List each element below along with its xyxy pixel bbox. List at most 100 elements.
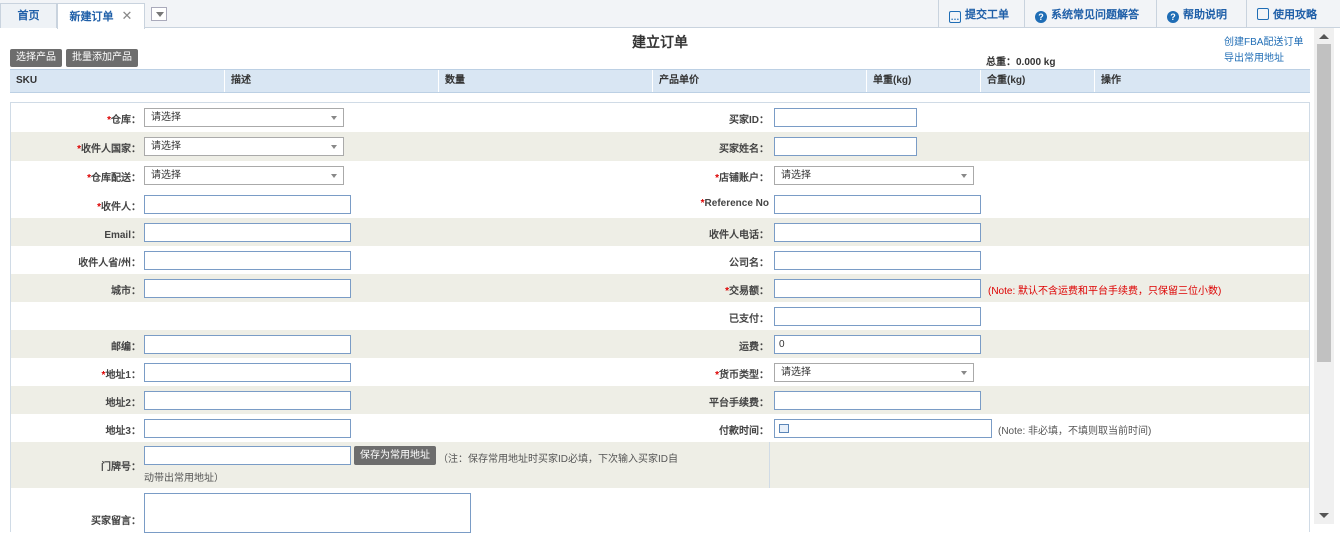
field-label: *货币类型：: [639, 366, 769, 381]
field-label: 地址2：: [11, 394, 141, 409]
column-header: 合重(kg): [980, 70, 1094, 92]
column-header: 操作: [1094, 70, 1308, 92]
field-label-text: 地址2：: [105, 398, 141, 409]
text-input[interactable]: [774, 307, 981, 326]
text-input[interactable]: [774, 195, 981, 214]
column-header: SKU: [16, 75, 38, 86]
tab-home[interactable]: 首页: [0, 3, 57, 28]
column-header: 描述: [224, 70, 438, 92]
date-field[interactable]: [774, 419, 992, 438]
tab-dropdown-button[interactable]: [151, 7, 167, 21]
text-input[interactable]: [144, 279, 351, 298]
help-link[interactable]: ? 帮助说明: [1156, 0, 1246, 28]
form-row: 已支付：: [11, 302, 1309, 330]
text-input[interactable]: [774, 137, 917, 156]
field-label-text: 仓库配送：: [91, 173, 141, 184]
calendar-icon[interactable]: [779, 424, 789, 433]
field-label: 邮编：: [11, 338, 141, 353]
field-label-text: 地址1：: [105, 370, 141, 381]
select-product-button[interactable]: 选择产品: [10, 49, 62, 67]
select-field[interactable]: 请选择: [144, 137, 344, 156]
text-input[interactable]: 0: [774, 335, 981, 354]
form-row: 地址3： 付款时间： (Note: 非必填，不填则取当前时间): [11, 414, 1309, 442]
field-label-text: 公司名：: [729, 258, 769, 269]
close-icon[interactable]: ✕: [122, 8, 133, 23]
field-label: *Reference No: [639, 198, 769, 209]
field-label: 买家留言：: [11, 512, 141, 527]
form-row: Email： 收件人电话：: [11, 218, 1309, 246]
scroll-down-icon[interactable]: [1319, 513, 1329, 518]
field-label-text: 交易额：: [729, 286, 769, 297]
amount-note: (Note: 默认不含运费和平台手续费，只保留三位小数): [988, 286, 1222, 297]
chat-icon: …: [949, 11, 961, 23]
field-label-text: 运费：: [739, 342, 769, 353]
tab-new-order[interactable]: 新建订单 ✕: [57, 3, 145, 29]
field-label-text: 门牌号：: [101, 462, 141, 473]
batch-add-product-button[interactable]: 批量添加产品: [66, 49, 138, 67]
select-field[interactable]: 请选择: [144, 108, 344, 127]
scroll-up-icon[interactable]: [1319, 34, 1329, 39]
scrollbar-thumb[interactable]: [1317, 44, 1331, 362]
field-label: 运费：: [639, 338, 769, 353]
pay-time-note: (Note: 非必填，不填则取当前时间): [998, 426, 1152, 437]
field-label-text: 货币类型：: [719, 370, 769, 381]
text-input[interactable]: [774, 251, 981, 270]
field-label: *收件人：: [11, 198, 141, 213]
book-icon: [1257, 8, 1269, 20]
form-row-buyer-note: 买家留言：: [11, 488, 1309, 533]
field-label: 买家姓名：: [639, 140, 769, 155]
submit-ticket-link[interactable]: … 提交工单: [938, 0, 1024, 28]
guide-link[interactable]: 使用攻略: [1246, 0, 1326, 28]
field-label-text: 邮编：: [111, 342, 141, 353]
text-input[interactable]: [144, 419, 351, 438]
door-number-input[interactable]: [144, 446, 351, 465]
text-input[interactable]: [144, 251, 351, 270]
field-label: 买家ID：: [639, 111, 769, 126]
scrollbar[interactable]: [1314, 28, 1334, 524]
field-label: *交易额：: [639, 282, 769, 297]
order-form: *仓库： 请选择 买家ID： *收件人国家： 请选择 买家姓名： *仓库配送： 请选择 *店铺账…: [10, 102, 1310, 533]
field-label-text: 仓库：: [111, 115, 141, 126]
field-label: 付款时间：: [639, 422, 769, 437]
form-row: *仓库： 请选择 买家ID：: [11, 103, 1309, 132]
save-address-hint-cont: 动带出常用地址）: [144, 473, 224, 484]
column-divider: [769, 442, 770, 488]
field-label: *仓库配送：: [11, 169, 141, 184]
buyer-note-textarea[interactable]: [144, 493, 471, 533]
column-header: 数量: [438, 70, 652, 92]
field-label: *仓库：: [11, 111, 141, 126]
text-input[interactable]: [144, 363, 351, 382]
form-row: 邮编： 运费： 0: [11, 330, 1309, 358]
text-input[interactable]: [144, 335, 351, 354]
text-input[interactable]: [144, 223, 351, 242]
field-label-text: 付款时间：: [719, 426, 769, 437]
top-bar: 首页 新建订单 ✕ … 提交工单 ? 系统常见问题解答 ? 帮助说明 使用攻略: [0, 0, 1340, 29]
export-address-link[interactable]: 导出常用地址: [1224, 49, 1284, 64]
field-label: 城市：: [11, 282, 141, 297]
text-input[interactable]: [774, 279, 981, 298]
select-field[interactable]: 请选择: [144, 166, 344, 185]
save-address-hint: （注：保存常用地址时买家ID必填，下次输入买家ID自: [438, 454, 678, 465]
question-icon: ?: [1035, 11, 1047, 23]
field-label-text: 买家留言：: [91, 516, 141, 527]
field-label: 公司名：: [639, 254, 769, 269]
text-input[interactable]: [774, 391, 981, 410]
text-input[interactable]: [774, 108, 917, 127]
field-label-text: 收件人：: [101, 202, 141, 213]
field-label: Email：: [11, 226, 141, 241]
field-label: 已支付：: [639, 310, 769, 325]
field-label: *地址1：: [11, 366, 141, 381]
save-address-button[interactable]: 保存为常用地址: [354, 446, 436, 465]
text-input[interactable]: [774, 223, 981, 242]
create-fba-order-link[interactable]: 创建FBA配送订单: [1224, 33, 1303, 48]
text-input[interactable]: [144, 195, 351, 214]
select-field[interactable]: 请选择: [774, 166, 974, 185]
field-label: 收件人省/州：: [11, 254, 141, 269]
text-input[interactable]: [144, 391, 351, 410]
field-label: 平台手续费：: [639, 394, 769, 409]
tab-label: 首页: [17, 10, 40, 22]
faq-link[interactable]: ? 系统常见问题解答: [1024, 0, 1156, 28]
page-title: 建立订单: [632, 34, 688, 50]
form-row: *仓库配送： 请选择 *店铺账户： 请选择: [11, 161, 1309, 190]
select-field[interactable]: 请选择: [774, 363, 974, 382]
